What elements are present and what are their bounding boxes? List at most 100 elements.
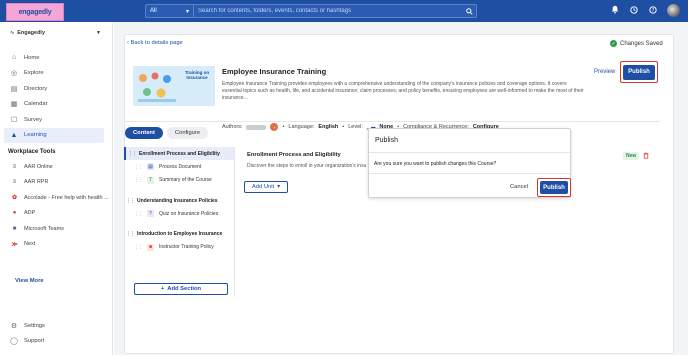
publish-dialog: Publish Are you sure you want to publish… [368, 128, 571, 198]
accolade-icon: ✿ [11, 195, 18, 202]
outline-item[interactable]: ⋮⋮ ▤ Process Document [124, 160, 234, 174]
drag-handle-icon[interactable]: ⋮⋮ [128, 151, 137, 157]
sidebar-item-settings[interactable]: ⚙ Settings [4, 318, 104, 334]
logo-text: engagedly [18, 8, 52, 16]
help-icon[interactable]: ? [648, 5, 658, 16]
tool-item-aar-online[interactable]: ≡ AAR Online [4, 159, 109, 175]
language-label: Language: [288, 124, 315, 130]
tool-item-accolade[interactable]: ✿ Accolade - Free help with health ... [4, 190, 109, 206]
tool-item-aar-rpr[interactable]: ≡ AAR RPR [4, 175, 109, 191]
section-title: Understanding Insurance Policies [137, 197, 218, 204]
thumbnail-title: Training on Insurance [184, 70, 210, 80]
divider [369, 173, 570, 174]
drag-handle-icon[interactable]: ⋮⋮ [134, 177, 143, 183]
divider [234, 147, 235, 297]
dialog-message: Are you sure you want to publish changes… [374, 161, 497, 167]
publish-confirm-highlight: Publish [537, 178, 571, 197]
directory-icon: ▤ [10, 85, 18, 93]
trash-icon[interactable] [643, 152, 649, 161]
drag-handle-icon[interactable]: ⋮⋮ [126, 198, 135, 204]
plus-icon: + [160, 286, 165, 292]
tools-list: ≡ AAR Online ≡ AAR RPR ✿ Accolade - Free… [4, 159, 109, 252]
outline-item[interactable]: ⋮⋮ T Summary of the Course [124, 174, 234, 188]
top-bar: engagedly All ▾ ? [0, 0, 688, 22]
tool-item-label: Accolade - Free help with health ... [24, 194, 109, 201]
content-tabs: Content Configure [125, 127, 209, 139]
sidebar-item-explore[interactable]: ◎ Explore [4, 66, 104, 82]
clock-icon[interactable] [629, 5, 639, 16]
compass-icon: ◎ [10, 70, 18, 78]
search-bar: All ▾ [145, 4, 477, 18]
next-icon: ≫ [11, 241, 18, 248]
tool-item-label: Next [24, 241, 36, 248]
course-description: Employee Insurance Training provides emp… [222, 81, 584, 101]
top-icons: ? [610, 4, 680, 17]
learning-icon: ▲ [10, 131, 18, 139]
sidebar-item-calendar[interactable]: ▦ Calendar [4, 97, 104, 113]
drag-handle-icon[interactable]: ⋮⋮ [134, 211, 143, 217]
quiz-icon: ? [147, 210, 154, 218]
item-title: Process Document [159, 163, 202, 170]
add-unit-label: Add Unit [251, 184, 275, 190]
confirm-publish-button[interactable]: Publish [540, 181, 568, 194]
logo[interactable]: engagedly [6, 3, 64, 21]
tool-item-label: AAR RPR [24, 179, 49, 186]
outline-section[interactable]: ⋮⋮ Understanding Insurance Policies [124, 194, 234, 207]
aar-icon: ≡ [12, 163, 17, 170]
search-icon[interactable] [462, 5, 476, 17]
publish-highlight: Publish [620, 61, 658, 83]
org-switcher[interactable]: ∿ Engagedly [10, 30, 45, 36]
course-thumbnail[interactable]: Training on Insurance [133, 66, 215, 106]
sidebar-item-home[interactable]: ⌂ Home [4, 50, 104, 66]
drag-handle-icon[interactable]: ⋮⋮ [126, 231, 135, 237]
outline-section[interactable]: ⋮⋮ Enrollment Process and Eligibility [124, 147, 234, 160]
tool-item-label: AAR Online [24, 163, 53, 170]
home-icon: ⌂ [11, 54, 17, 62]
org-logo-icon: ∿ [10, 30, 15, 36]
course-title: Employee Insurance Training [222, 67, 327, 76]
search-scope-select[interactable]: All ▾ [146, 5, 194, 17]
search-input[interactable] [194, 8, 462, 14]
bell-icon[interactable] [610, 5, 620, 16]
caret-down-icon[interactable]: ▼ [96, 30, 101, 36]
tab-configure[interactable]: Configure [166, 127, 209, 139]
outline-item[interactable]: ⋮⋮ ■ Instructor Training Policy [124, 241, 234, 255]
sidebar-item-label: Directory [24, 85, 48, 92]
sidebar-item-support[interactable]: ◯ Support [4, 334, 104, 350]
dialog-title: Publish [375, 137, 398, 144]
drag-handle-icon[interactable]: ⋮⋮ [134, 244, 143, 250]
drag-handle-icon[interactable]: ⋮⋮ [134, 164, 143, 170]
item-title: Summary of the Course [159, 177, 212, 184]
preview-link[interactable]: Preview [594, 69, 615, 75]
add-section-button[interactable]: + Add Section [134, 283, 228, 295]
tab-content[interactable]: Content [125, 127, 163, 139]
meta-separator: • [342, 124, 345, 130]
course-outline: ⋮⋮ Enrollment Process and Eligibility ⋮⋮… [124, 147, 234, 299]
add-unit-button[interactable]: Add Unit ▾ [244, 181, 288, 193]
sidebar-item-label: Survey [24, 116, 43, 123]
publish-button[interactable]: Publish [623, 64, 655, 80]
back-link[interactable]: ‹ Back to details page [127, 40, 183, 46]
outline-item[interactable]: ⋮⋮ ? Quiz on Insurance Policies [124, 207, 234, 221]
sidebar-item-label: Support [24, 338, 45, 345]
sidebar-item-directory[interactable]: ▤ Directory [4, 81, 104, 97]
outline-section[interactable]: ⋮⋮ Introduction to Employee Insurance [124, 228, 234, 241]
tool-item-adp[interactable]: ● ADP [4, 206, 109, 222]
text-icon: T [147, 176, 154, 184]
tool-item-next[interactable]: ≫ Next [4, 237, 109, 253]
sidebar-item-survey[interactable]: ☐ Survey [4, 112, 104, 128]
section-detail-description: Discover the steps to enroll in your org… [247, 163, 367, 169]
author-avatar[interactable]: + [270, 123, 279, 131]
cancel-button[interactable]: Cancel [510, 184, 528, 190]
save-status-label: Changes Saved [620, 40, 663, 47]
view-more-link[interactable]: View More [15, 278, 44, 284]
search-scope-label: All [150, 8, 157, 14]
adp-icon: ● [12, 210, 17, 217]
tool-item-teams[interactable]: ■ Microsoft Teams [4, 221, 109, 237]
org-name: Engagedly [17, 30, 46, 36]
document-icon: ▤ [147, 163, 154, 171]
sidebar-item-learning[interactable]: ▲ Learning [4, 127, 104, 143]
avatar[interactable] [667, 4, 680, 17]
